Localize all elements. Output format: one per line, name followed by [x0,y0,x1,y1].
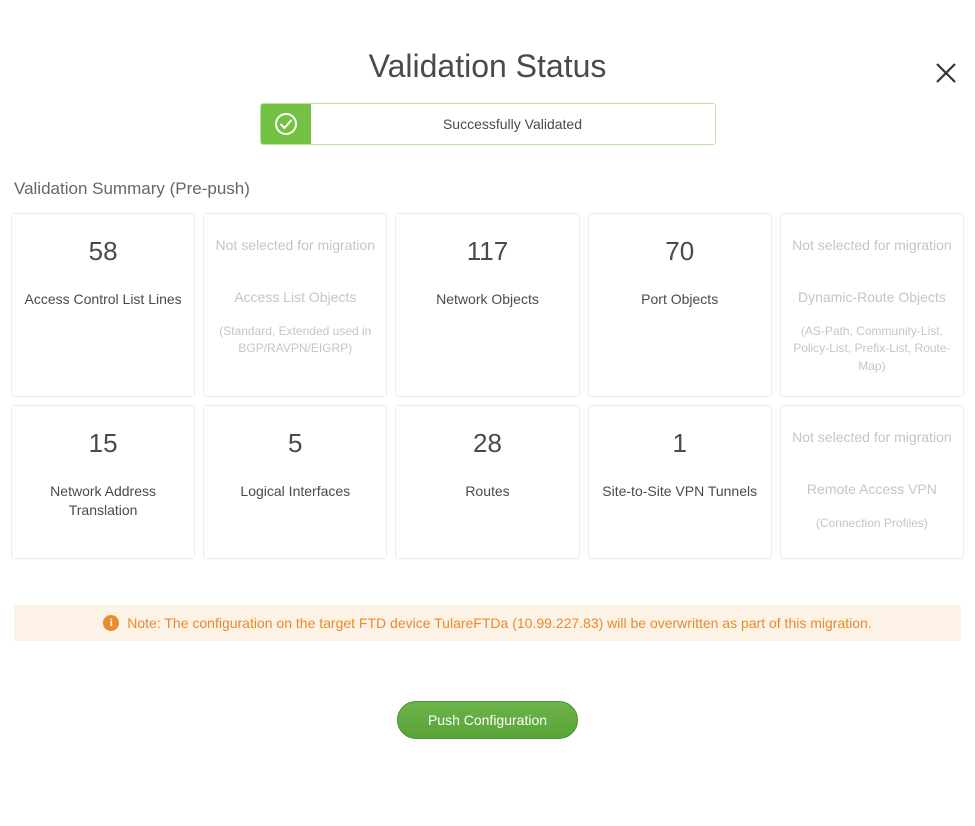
summary-card: 15 Network Address Translation [11,405,195,559]
card-label: Network Address Translation [20,482,186,520]
push-configuration-button[interactable]: Push Configuration [397,701,578,739]
page-title: Validation Status [0,48,975,85]
card-value: 28 [473,430,502,456]
summary-card: 28 Routes [395,405,579,559]
summary-heading: Validation Summary (Pre-push) [14,179,975,199]
summary-card: Not selected for migration Dynamic-Route … [780,213,964,397]
card-value: 70 [665,238,694,264]
card-label: Access Control List Lines [25,290,182,309]
card-label: Logical Interfaces [240,482,350,501]
validation-status-banner: Successfully Validated [260,103,716,145]
summary-card: Not selected for migration Remote Access … [780,405,964,559]
summary-card: 58 Access Control List Lines [11,213,195,397]
summary-card: 70 Port Objects [588,213,772,397]
card-value: Not selected for migration [216,238,376,252]
card-value: 15 [89,430,118,456]
summary-card: 117 Network Objects [395,213,579,397]
note-banner: i Note: The configuration on the target … [14,605,961,641]
card-label: Remote Access VPN [807,480,937,499]
note-text: Note: The configuration on the target FT… [127,615,871,631]
card-label: Site-to-Site VPN Tunnels [602,482,757,501]
card-sublabel: (AS-Path, Community-List, Policy-List, P… [789,323,955,375]
summary-card: 5 Logical Interfaces [203,405,387,559]
card-value: 5 [288,430,302,456]
summary-card: 1 Site-to-Site VPN Tunnels [588,405,772,559]
status-text: Successfully Validated [311,104,715,144]
card-label: Port Objects [641,290,718,309]
status-icon-box [261,104,311,144]
check-circle-icon [274,112,298,136]
card-value: Not selected for migration [792,430,952,444]
card-value: Not selected for migration [792,238,952,252]
card-label: Dynamic-Route Objects [798,288,946,307]
card-label: Network Objects [436,290,539,309]
card-value: 1 [672,430,686,456]
summary-cards-grid: 58 Access Control List Lines Not selected … [0,199,975,559]
info-icon: i [103,615,119,631]
close-icon [933,60,959,86]
card-sublabel: (Connection Profiles) [814,515,930,532]
card-sublabel: (Standard, Extended used in BGP/RAVPN/EI… [212,323,378,358]
close-button[interactable] [929,56,963,90]
summary-card: Not selected for migration Access List Ob… [203,213,387,397]
card-label: Routes [465,482,509,501]
card-label: Access List Objects [234,288,356,307]
card-value: 58 [89,238,118,264]
card-value: 117 [467,238,508,264]
